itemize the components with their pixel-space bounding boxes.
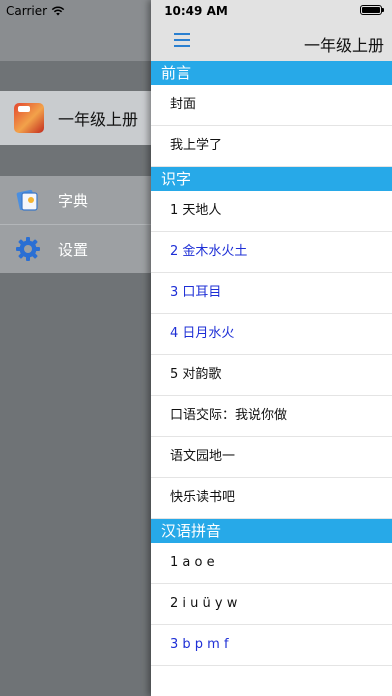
page-title: 一年级上册	[303, 36, 384, 55]
lesson-item[interactable]: 5 对韵歌	[151, 355, 392, 396]
lesson-item[interactable]: 语文园地一	[151, 437, 392, 478]
lesson-item[interactable]: 口语交际：我说你做	[151, 396, 392, 437]
lesson-item[interactable]: 快乐读书吧	[151, 478, 392, 519]
section-header: 前言	[151, 61, 392, 85]
drawer-menu: 字典 设置	[0, 176, 160, 273]
menu-item-label: 设置	[58, 240, 89, 259]
lesson-item[interactable]: 4 日月水火	[151, 314, 392, 355]
carrier-label: Carrier	[6, 4, 48, 18]
menu-item-label: 字典	[58, 191, 89, 210]
book-cover-icon	[14, 103, 44, 133]
lesson-item[interactable]: 2 i u ü y w	[151, 584, 392, 625]
section-header: 汉语拼音	[151, 519, 392, 543]
current-book-item[interactable]: 一年级上册	[0, 91, 160, 145]
dictionary-icon	[14, 186, 42, 214]
status-bar-left: Carrier	[6, 4, 65, 18]
side-drawer: Carrier 一年级上册 字典 设置	[0, 0, 160, 696]
status-time: 10:49 AM	[164, 4, 228, 18]
gear-icon	[14, 235, 42, 263]
main-panel: 10:49 AM 一年级上册 前言 封面 我上学了 识字 1 天地人 2 金木水火土 3 口…	[151, 0, 392, 696]
menu-item-settings[interactable]: 设置	[0, 225, 160, 273]
lesson-item[interactable]: 1 天地人	[151, 191, 392, 232]
lesson-item[interactable]: 我上学了	[151, 126, 392, 167]
lesson-item[interactable]: 封面	[151, 85, 392, 126]
book-title: 一年级上册	[58, 110, 139, 129]
drawer-header: Carrier	[0, 0, 160, 61]
lesson-item[interactable]: 1 a o e	[151, 543, 392, 584]
section-header: 识字	[151, 167, 392, 191]
hamburger-menu-icon[interactable]	[174, 33, 190, 47]
wifi-icon	[51, 6, 65, 16]
menu-item-dictionary[interactable]: 字典	[0, 176, 160, 225]
navigation-bar: 10:49 AM 一年级上册	[151, 0, 392, 61]
lesson-item[interactable]: 2 金木水火土	[151, 232, 392, 273]
battery-icon	[360, 5, 384, 15]
lesson-item[interactable]: 3 口耳目	[151, 273, 392, 314]
lesson-list: 前言 封面 我上学了 识字 1 天地人 2 金木水火土 3 口耳目 4 日月水火 5 对韵歌 口语…	[151, 61, 392, 666]
lesson-item[interactable]: 3 b p m f	[151, 625, 392, 666]
